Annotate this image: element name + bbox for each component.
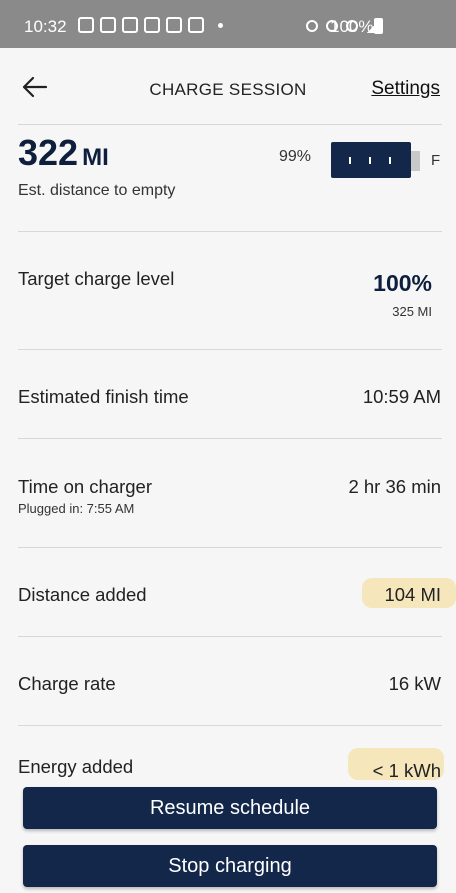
app-notification-icon bbox=[188, 17, 204, 33]
more-notifications-icon bbox=[218, 22, 223, 28]
divider bbox=[18, 725, 442, 726]
plugged-in-time: Plugged in: 7:55 AM bbox=[18, 501, 135, 516]
alarm-icon bbox=[306, 20, 318, 32]
app-notification-icon bbox=[122, 17, 138, 33]
energy-added-label: Energy added bbox=[18, 756, 134, 777]
status-battery-percent: 100% bbox=[330, 17, 374, 36]
battery-gauge bbox=[331, 142, 411, 178]
time-on-charger-value: 2 hr 36 min bbox=[348, 476, 441, 497]
app-header: CHARGE SESSION Settings bbox=[0, 48, 456, 124]
mail-icon bbox=[78, 17, 94, 33]
gauge-tick bbox=[389, 157, 391, 164]
stop-charging-button[interactable]: Stop charging bbox=[23, 845, 437, 887]
battery-gauge-cap bbox=[411, 151, 420, 171]
finish-time-label: Estimated finish time bbox=[18, 386, 189, 407]
energy-added-value: < 1 kWh bbox=[372, 760, 441, 781]
target-charge-label[interactable]: Target charge level bbox=[18, 268, 174, 290]
battery-icon bbox=[374, 18, 383, 34]
range-display: 322 MI bbox=[18, 132, 109, 174]
range-value: 322 bbox=[18, 132, 79, 173]
target-charge-distance: 325 MI bbox=[392, 304, 432, 319]
gauge-tick bbox=[349, 157, 351, 164]
app-notification-icon bbox=[144, 17, 160, 33]
status-time: 10:32 bbox=[24, 17, 67, 36]
range-label: Est. distance to empty bbox=[18, 182, 176, 199]
app-notification-icon bbox=[100, 17, 116, 33]
charge-rate-value: 16 kW bbox=[388, 673, 441, 694]
divider bbox=[18, 231, 442, 232]
charge-rate-label: Charge rate bbox=[18, 673, 116, 694]
target-charge-value: 100% bbox=[373, 270, 432, 296]
range-unit: MI bbox=[82, 144, 109, 171]
resume-schedule-button[interactable]: Resume schedule bbox=[23, 787, 437, 829]
notification-icons bbox=[78, 17, 223, 33]
divider bbox=[18, 438, 442, 439]
settings-link[interactable]: Settings bbox=[371, 78, 440, 100]
divider bbox=[18, 636, 442, 637]
app-notification-icon bbox=[166, 17, 182, 33]
divider bbox=[18, 349, 442, 350]
battery-full-marker: F bbox=[431, 152, 441, 169]
distance-added-label: Distance added bbox=[18, 584, 147, 605]
divider bbox=[18, 547, 442, 548]
status-bar: 10:32 100% bbox=[0, 0, 456, 48]
divider bbox=[18, 124, 442, 125]
gauge-tick bbox=[369, 157, 371, 164]
distance-added-value: 104 MI bbox=[384, 584, 441, 605]
battery-percent: 99% bbox=[279, 148, 312, 165]
finish-time-value: 10:59 AM bbox=[362, 386, 441, 407]
time-on-charger-label: Time on charger bbox=[18, 476, 153, 497]
